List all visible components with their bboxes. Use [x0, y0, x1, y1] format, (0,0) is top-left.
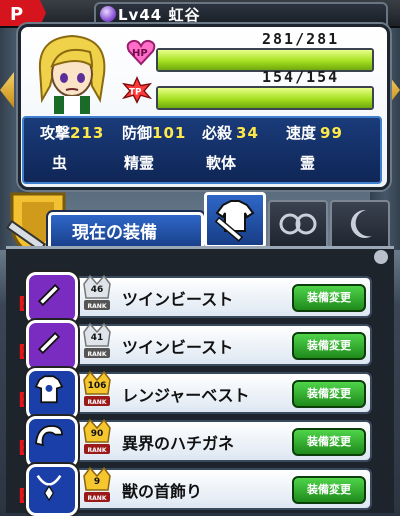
- character-orb-icon: [100, 6, 116, 22]
- hp-heart-icon: HP: [126, 39, 156, 66]
- change-equipment-button[interactable]: 装備変更: [292, 476, 366, 504]
- stat-label: 速度: [286, 124, 317, 142]
- tab-current-equipment[interactable]: [204, 192, 266, 248]
- rank-crown-gold: 90 RANK: [82, 418, 112, 458]
- stat-value: 101: [152, 124, 187, 142]
- trait-tag: 霊: [300, 154, 316, 172]
- item-name: レンジャーベスト: [122, 386, 250, 405]
- scroll-knob-icon[interactable]: [374, 250, 388, 264]
- svg-text:HP: HP: [132, 48, 148, 59]
- rank-number: 106: [87, 381, 107, 391]
- tp-value: 154/154: [262, 68, 340, 86]
- item-name: ツインビースト: [122, 338, 234, 357]
- rank-label: RANK: [87, 351, 107, 358]
- change-equipment-button[interactable]: 装備変更: [292, 284, 366, 312]
- stat-label: 防御: [122, 124, 153, 142]
- stat-defense: 防御101: [122, 122, 186, 143]
- equipment-title: 現在の装備: [72, 223, 157, 243]
- tp-star-icon: TP: [122, 76, 152, 104]
- shirt-and-sword-icon: [214, 200, 255, 242]
- equipment-row[interactable]: E 9 RANK 獣の首飾り 装備変更: [18, 464, 372, 516]
- headband-icon: [26, 416, 78, 468]
- stat-special: 必殺 34: [202, 122, 259, 143]
- rank-number: 41: [90, 333, 104, 343]
- rank-crown-gold: 9 RANK: [82, 466, 112, 506]
- rank-crown-gold: 106 RANK: [82, 370, 112, 410]
- character-portrait: [38, 34, 106, 114]
- equipment-row[interactable]: E 106 RANK レンジャーベスト 装備変更: [18, 368, 372, 420]
- change-equipment-button[interactable]: 装備変更: [292, 380, 366, 408]
- trait-tag: 虫: [52, 154, 68, 172]
- crescent-icon: [350, 209, 372, 238]
- rank-number: 46: [90, 285, 104, 295]
- vest-icon: [26, 368, 78, 420]
- change-equipment-button[interactable]: 装備変更: [292, 332, 366, 360]
- rank-label: RANK: [87, 447, 107, 454]
- sword-icon: [26, 272, 78, 324]
- item-name: ツインビースト: [122, 290, 234, 309]
- rank-label: RANK: [87, 399, 107, 406]
- stat-speed: 速度 99: [286, 122, 343, 143]
- rank-label: RANK: [87, 495, 107, 502]
- trait-tag: 精霊: [124, 154, 155, 172]
- stat-attack: 攻撃213: [40, 122, 104, 143]
- crossed-claws-icon: [279, 213, 317, 235]
- level-label: Lv44: [118, 6, 163, 24]
- rank-crown-silver: 46 RANK: [82, 274, 112, 314]
- equipment-row[interactable]: E 46 RANK ツインビースト 装備変更: [18, 272, 372, 324]
- p-badge-icon[interactable]: P: [0, 0, 46, 26]
- character-name: 虹谷: [168, 6, 201, 24]
- level-and-name: Lv44 虹谷: [118, 4, 200, 25]
- rank-crown-silver: 41 RANK: [82, 322, 112, 362]
- equipment-row[interactable]: E 41 RANK ツインビースト 装備変更: [18, 320, 372, 372]
- sword-icon: [26, 320, 78, 372]
- rank-number: 90: [90, 429, 104, 439]
- stat-label: 攻撃: [40, 124, 71, 142]
- stat-value: 99: [320, 124, 343, 142]
- svg-text:TP: TP: [129, 87, 142, 97]
- stat-value: 34: [236, 124, 259, 142]
- stat-label: 必殺: [202, 124, 233, 142]
- item-name: 異界のハチガネ: [122, 434, 235, 453]
- tp-gauge-fill: [158, 88, 372, 108]
- svg-text:P: P: [10, 4, 23, 25]
- rank-label: RANK: [87, 303, 107, 310]
- tp-gauge: [156, 86, 374, 110]
- item-name: 獣の首飾り: [122, 482, 203, 501]
- hp-value: 281/281: [262, 30, 340, 48]
- trait-tag: 軟体: [206, 154, 237, 172]
- rank-number: 9: [93, 477, 101, 487]
- change-equipment-button[interactable]: 装備変更: [292, 428, 366, 456]
- stat-value: 213: [70, 124, 105, 142]
- equipment-row[interactable]: E 90 RANK 異界のハチガネ 装備変更: [18, 416, 372, 468]
- necklace-icon: [26, 464, 78, 516]
- hp-gauge-fill: [158, 50, 372, 70]
